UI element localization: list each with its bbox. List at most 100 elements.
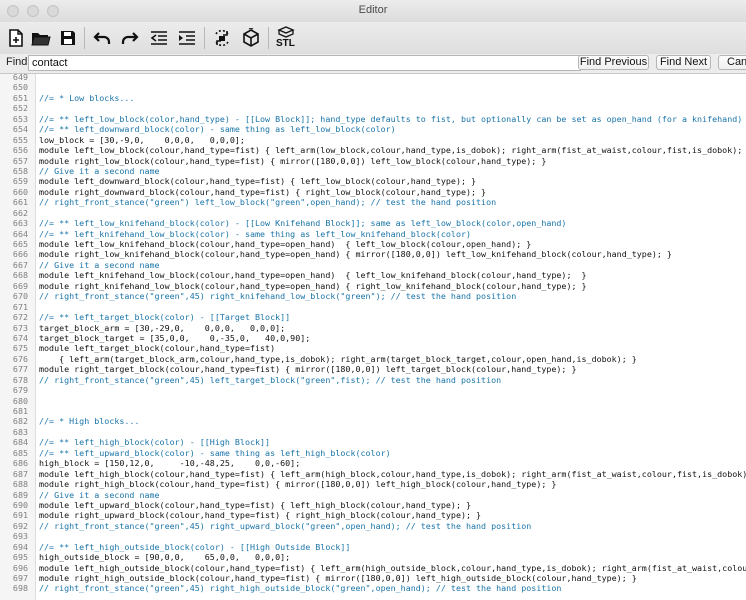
code-text: module right_downward_block(colour,hand_…: [39, 186, 487, 197]
code-line: 695 high_outside_block = [90,0,0, 65,0,0,…: [0, 552, 746, 562]
comment-text: //= ** left_upward_block(color) - same t…: [39, 447, 391, 458]
line-number: 654: [12, 124, 28, 135]
code-line: 656 module left_low_block(colour,hand_typ…: [0, 145, 746, 155]
unindent-button[interactable]: [147, 25, 171, 51]
code-text: module right_low_knifehand_block(colour,…: [39, 249, 672, 260]
comment-text: // right_front_stance("green") left_low_…: [39, 197, 497, 208]
code-line: 679: [0, 385, 746, 395]
line-number: 695: [12, 552, 28, 563]
toolbar: STL: [0, 22, 746, 55]
code-text: low_block = [30,-9,0, 0,0,0, 0,0,0];: [39, 134, 245, 145]
code-line: 683: [0, 427, 746, 437]
open-folder-button[interactable]: [29, 25, 53, 51]
code-line: 655 low_block = [30,-9,0, 0,0,0, 0,0,0];: [0, 135, 746, 145]
code-line: 672 //= ** left_target_block(color) - [[T…: [0, 312, 746, 322]
line-number: 693: [12, 531, 28, 542]
code-text: module left_target_block(colour,hand_typ…: [39, 343, 276, 354]
code-editor[interactable]: 649 650 651 //= * Low blocks... 652 653 //= **…: [0, 74, 746, 600]
code-line: 675 module left_target_block(colour,hand_…: [0, 343, 746, 353]
code-line: 669 module right_knifehand_low_block(colo…: [0, 281, 746, 291]
code-line: 698 // right_front_stance("green",45) rig…: [0, 583, 746, 593]
line-number: 688: [12, 479, 28, 490]
find-label: Find:: [6, 56, 31, 68]
code-line: 666 module right_low_knifehand_block(colo…: [0, 249, 746, 259]
code-line: 680: [0, 396, 746, 406]
export-stl-button[interactable]: STL: [273, 25, 299, 51]
code-line: 682 //= * High blocks...: [0, 416, 746, 426]
line-number: 657: [12, 155, 28, 166]
code-line: 685 //= ** left_upward_block(color) - sam…: [0, 448, 746, 458]
indent-button[interactable]: [175, 25, 199, 51]
comment-text: // Give it a second name: [39, 489, 160, 500]
code-line: 692 // right_front_stance("green",45) rig…: [0, 521, 746, 531]
code-line: 652: [0, 103, 746, 113]
code-line: 657 module right_low_block(colour,hand_ty…: [0, 156, 746, 166]
code-text: module right_high_outside_block(colour,h…: [39, 573, 637, 583]
code-line: 694 //= ** left_high_outside_block(color)…: [0, 542, 746, 552]
code-line: 670 // right_front_stance("green",45) rig…: [0, 291, 746, 301]
title-bar: Editor: [0, 0, 746, 23]
toolbar-separator: [204, 27, 205, 49]
code-line: 677 module right_target_block(colour,hand…: [0, 364, 746, 374]
line-number: 678: [12, 374, 28, 385]
code-line: 671: [0, 302, 746, 312]
code-line: 665 module left_low_knifehand_block(colou…: [0, 239, 746, 249]
preview-icon: [212, 28, 232, 48]
save-button[interactable]: [56, 25, 80, 51]
comment-text: //= ** left_high_outside_block(color) - …: [39, 541, 351, 552]
find-input[interactable]: [28, 55, 581, 71]
code-line: 686 high_block = [150,12,0, -10,-48,25, 0…: [0, 458, 746, 468]
cancel-button[interactable]: Cancel: [718, 55, 746, 70]
code-line: 676 { left_arm(target_block_arm,colour,h…: [0, 354, 746, 364]
line-number: 698: [12, 583, 28, 594]
undo-button[interactable]: [90, 25, 114, 51]
code-text: module left_high_block(colour,hand_type=…: [39, 468, 746, 479]
line-number: 649: [12, 74, 28, 82]
code-line: 660 module right_downward_block(colour,ha…: [0, 187, 746, 197]
line-number: 650: [12, 82, 28, 93]
line-number: 655: [12, 134, 28, 145]
line-number: 679: [12, 385, 28, 396]
code-text: target_block_arm = [30,-29,0, 0,0,0, 0,0…: [39, 322, 286, 333]
line-number: 687: [12, 468, 28, 479]
line-number: 656: [12, 145, 28, 156]
comment-text: // Give it a second name: [39, 165, 160, 176]
new-file-button[interactable]: [4, 25, 28, 51]
code-lines: 649 650 651 //= * Low blocks... 652 653 //= **…: [0, 74, 746, 594]
window-title: Editor: [358, 4, 388, 16]
code-text: module right_knifehand_low_block(colour,…: [39, 280, 587, 291]
code-text: target_block_target = [35,0,0, 0,-35,0, …: [39, 332, 311, 343]
code-line: 651 //= * Low blocks...: [0, 93, 746, 103]
find-next-button[interactable]: Find Next: [656, 55, 711, 70]
code-text: { left_arm(target_block_arm,colour,hand_…: [39, 353, 637, 364]
stl-label: STL: [276, 38, 295, 49]
line-number: 665: [12, 239, 28, 249]
render-button[interactable]: [239, 25, 263, 51]
code-line: 662: [0, 208, 746, 218]
find-bar: Find: Find Previous Find Next Cancel: [0, 54, 746, 74]
line-number: 677: [12, 364, 28, 375]
line-number: 651: [12, 92, 28, 103]
line-number: 692: [12, 520, 28, 531]
line-number: 669: [12, 280, 28, 291]
comment-text: // Give it a second name: [39, 259, 160, 270]
code-line: 688 module right_high_block(colour,hand_t…: [0, 479, 746, 489]
line-number: 667: [12, 259, 28, 270]
code-line: 663 //= ** left_low_knifehand_block(color…: [0, 218, 746, 228]
comment-text: //= ** left_low_knifehand_block(color) -…: [39, 218, 567, 229]
code-line: 684 //= ** left_high_block(color) - [[Hig…: [0, 437, 746, 447]
cube-icon: [241, 28, 261, 48]
find-previous-button[interactable]: Find Previous: [578, 55, 649, 70]
line-number: 672: [12, 312, 28, 323]
preview-button[interactable]: [210, 25, 234, 51]
code-line: 696 module left_high_outside_block(colour…: [0, 563, 746, 573]
code-line: 667 // Give it a second name: [0, 260, 746, 270]
redo-button[interactable]: [118, 25, 142, 51]
comment-text: // right_front_stance("green",45) left_t…: [39, 374, 502, 385]
code-text: module left_downward_block(colour,hand_t…: [39, 176, 477, 187]
comment-text: // right_front_stance("green",45) right_…: [39, 583, 562, 594]
line-number: 691: [12, 510, 28, 521]
line-number: 694: [12, 541, 28, 552]
line-number: 671: [12, 301, 28, 312]
line-number: 685: [12, 447, 28, 458]
